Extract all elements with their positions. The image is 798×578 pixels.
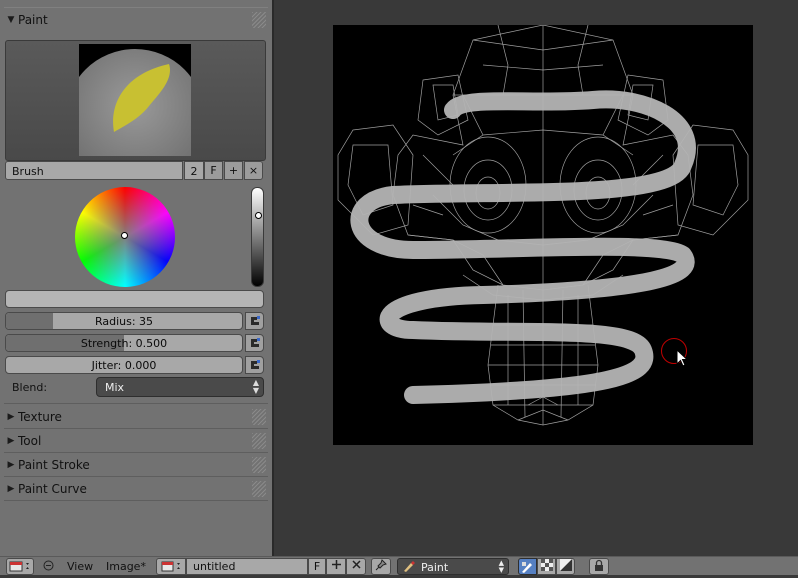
tool-shelf: ▼ Paint Brush 2 F + × Radius: 35 Strengt… <box>0 0 272 556</box>
panel-separator <box>4 7 268 8</box>
strength-slider[interactable]: Strength: 0.500 <box>5 334 243 352</box>
alpha-toggle-button[interactable] <box>556 558 575 575</box>
mode-value: Paint <box>421 561 449 574</box>
slider-label: Radius: 35 <box>94 315 154 328</box>
slider-label: Jitter: 0.000 <box>91 359 157 372</box>
blend-mode-value: Mix <box>105 381 125 394</box>
alpha-icon <box>559 559 572 571</box>
checker-toggle-button[interactable] <box>537 558 556 575</box>
fake-user-button[interactable]: F <box>308 558 326 575</box>
drag-grip-icon[interactable] <box>252 433 266 449</box>
color-value-cursor[interactable] <box>255 212 262 219</box>
jitter-slider[interactable]: Jitter: 0.000 <box>5 356 243 374</box>
drag-grip-icon[interactable] <box>252 409 266 425</box>
lock-button[interactable] <box>589 558 609 575</box>
color-wheel-cursor[interactable] <box>121 232 128 239</box>
drag-grip-icon[interactable] <box>252 12 266 28</box>
jitter-pressure-button[interactable] <box>245 356 264 374</box>
panel-separator <box>4 500 268 501</box>
panel-separator <box>4 428 268 429</box>
panel-separator <box>4 452 268 453</box>
panel-header-paint-stroke[interactable]: ▶ Paint Stroke <box>4 454 268 476</box>
collapsed-triangle-icon: ▶ <box>7 436 15 446</box>
brush-preview-image <box>79 44 191 156</box>
paint-brush-icon <box>404 561 415 572</box>
unlink-image-button[interactable] <box>346 558 366 575</box>
drag-grip-icon[interactable] <box>252 481 266 497</box>
current-color-swatch[interactable] <box>5 290 264 308</box>
panel-title: Texture <box>18 410 62 424</box>
panel-title: Tool <box>18 434 42 448</box>
pressure-icon <box>251 338 260 347</box>
collapsed-triangle-icon: ▶ <box>7 460 15 470</box>
editor-type-selector[interactable] <box>6 558 34 575</box>
pressure-icon <box>251 316 260 325</box>
image-editor-viewport[interactable] <box>274 0 798 556</box>
new-image-button[interactable] <box>326 558 346 575</box>
image-editor-header: View Image* untitled F Paint ▲ ▼ <box>0 556 798 575</box>
menu-view[interactable]: View <box>67 558 93 575</box>
panel-header-tool[interactable]: ▶ Tool <box>4 430 268 452</box>
pressure-icon <box>251 360 260 369</box>
expand-triangle-icon: ▼ <box>7 15 15 25</box>
color-value-slider[interactable] <box>251 187 264 287</box>
updown-arrows-icon: ▲ ▼ <box>252 378 259 395</box>
mouse-pointer-icon <box>676 349 688 367</box>
brush-name-field[interactable]: Brush <box>5 161 183 180</box>
draw-mode-button[interactable] <box>518 558 537 575</box>
brush-users-count[interactable]: 2 <box>184 161 204 180</box>
panel-title: Paint <box>18 13 48 27</box>
add-brush-button[interactable]: + <box>224 161 243 180</box>
pin-icon <box>375 559 387 571</box>
radius-slider[interactable]: Radius: 35 <box>5 312 243 330</box>
panel-title: Paint Curve <box>18 482 87 496</box>
image-browse-button[interactable] <box>156 558 186 575</box>
drag-grip-icon[interactable] <box>252 457 266 473</box>
remove-brush-button[interactable]: × <box>244 161 263 180</box>
panel-separator <box>4 476 268 477</box>
brush-datablock: Brush 2 F + × <box>5 161 264 181</box>
menu-image[interactable]: Image* <box>106 558 146 575</box>
canvas-content <box>337 24 749 426</box>
paint-brush-icon <box>522 562 532 573</box>
collapsed-triangle-icon: ▶ <box>7 484 15 494</box>
radius-pressure-button[interactable] <box>245 312 264 330</box>
blend-label: Blend: <box>12 381 48 394</box>
panel-separator <box>4 403 268 404</box>
image-name-field[interactable]: untitled <box>186 558 308 575</box>
image-canvas[interactable] <box>333 24 753 445</box>
updown-arrows-icon: ▲ ▼ <box>498 559 504 574</box>
slider-label: Strength: 0.500 <box>80 337 168 350</box>
panel-header-paint[interactable]: ▼ Paint <box>4 9 268 31</box>
close-icon <box>351 560 361 569</box>
blend-mode-select[interactable]: Mix ▲ ▼ <box>96 377 264 397</box>
collapsed-triangle-icon: ▶ <box>7 412 15 422</box>
panel-header-texture[interactable]: ▶ Texture <box>4 406 268 428</box>
image-browse-icon <box>161 561 180 572</box>
pin-button[interactable] <box>371 558 391 575</box>
collapse-menus-button[interactable] <box>43 560 55 577</box>
fake-user-button[interactable]: F <box>204 161 223 180</box>
lock-icon <box>595 559 603 571</box>
mode-select[interactable]: Paint ▲ ▼ <box>397 558 509 575</box>
close-icon: × <box>248 164 259 177</box>
minus-icon <box>43 560 54 571</box>
image-editor-icon <box>9 561 29 572</box>
plus-icon <box>331 560 341 569</box>
strength-pressure-button[interactable] <box>245 334 264 352</box>
plus-icon: + <box>228 164 239 177</box>
checker-icon <box>540 559 553 571</box>
panel-header-paint-curve[interactable]: ▶ Paint Curve <box>4 478 268 500</box>
panel-title: Paint Stroke <box>18 458 90 472</box>
